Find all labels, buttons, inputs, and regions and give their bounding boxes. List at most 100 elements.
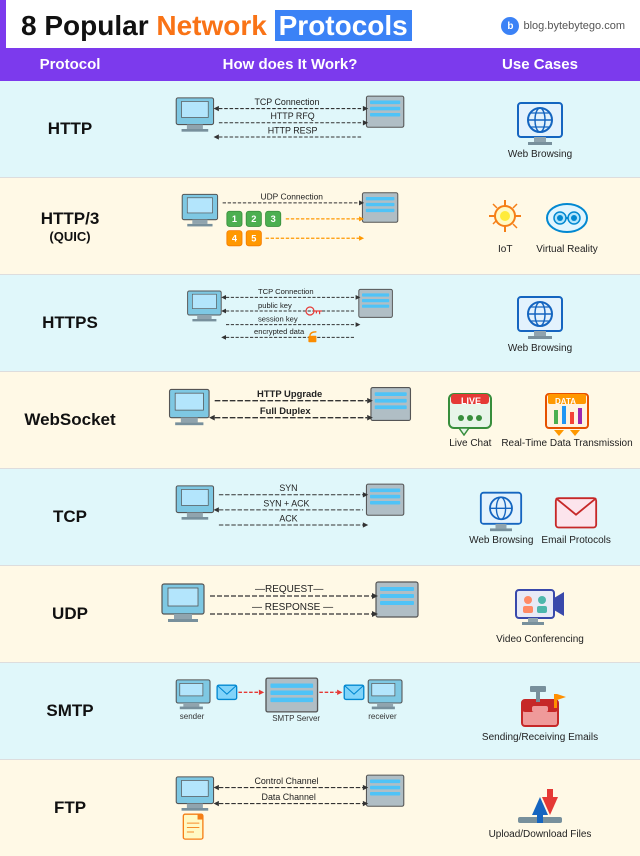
usecase-upload-download: Upload/Download Files: [489, 777, 592, 840]
diagram-tcp: SYN SYN + ACK ACK: [140, 469, 440, 565]
svg-text:DATA: DATA: [555, 397, 576, 406]
usecases-https: Web Browsing: [440, 275, 640, 371]
table-header: Protocol How does It Work? Use Cases: [0, 48, 640, 81]
title-prefix: 8 Popular: [21, 10, 156, 41]
files-icon: [514, 777, 566, 827]
diagram-ftp-svg: Control Channel Data Channel: [144, 768, 436, 848]
usecase-web-browsing-https: Web Browsing: [508, 293, 572, 354]
diagram-tcp-svg: SYN SYN + ACK ACK: [144, 477, 436, 557]
usecases-http3: IoT Virtual Reality: [440, 178, 640, 274]
label-http: HTTP: [0, 81, 140, 177]
diagram-websocket-svg: HTTP Upgrade Full Duplex: [144, 380, 436, 460]
usecase-realtime: DATA Real-Time Data Transmission: [501, 392, 632, 449]
diagram-websocket: HTTP Upgrade Full Duplex: [140, 372, 440, 468]
row-smtp: SMTP sender SMTP Server: [0, 663, 640, 760]
diagram-https: TCP Connection public key session key en…: [140, 275, 440, 371]
usecase-video-conf: Video Conferencing: [496, 584, 584, 645]
main-container: 8 Popular Network Protocols b blog.byteb…: [0, 0, 640, 856]
row-tcp: TCP SYN SYN + ACK: [0, 469, 640, 566]
svg-text:— RESPONSE —: — RESPONSE —: [252, 602, 333, 613]
label-https: HTTPS: [0, 275, 140, 371]
video-conf-icon: [514, 584, 566, 632]
label-http3: HTTP/3 (QUIC): [0, 178, 140, 274]
diagram-http: TCP Connection HTTP RFQ HTTP RESP: [140, 81, 440, 177]
row-http: HTTP TCP Connection: [0, 81, 640, 178]
title-protocols: Protocols: [275, 10, 412, 41]
svg-text:encrypted data: encrypted data: [254, 327, 305, 336]
usecase-email-protocols: Email Protocols: [541, 489, 610, 546]
usecase-livechat: LIVE Live Chat: [447, 392, 493, 449]
svg-text:HTTP RFQ: HTTP RFQ: [270, 111, 314, 121]
svg-text:receiver: receiver: [368, 712, 397, 721]
globe-icon: [516, 99, 564, 147]
mailbox-icon: [514, 680, 566, 730]
diagram-udp-svg: —REQUEST— — RESPONSE —: [144, 574, 436, 654]
diagram-smtp-svg: sender SMTP Server: [144, 671, 436, 751]
email-icon: [554, 489, 598, 533]
usecases-smtp: Sending/Receiving Emails: [440, 663, 640, 759]
svg-text:5: 5: [251, 234, 256, 244]
svg-text:TCP Connection: TCP Connection: [254, 97, 319, 107]
svg-text:—REQUEST—: —REQUEST—: [255, 584, 323, 595]
row-udp: UDP —REQUEST— — RESPONS: [0, 566, 640, 663]
realtime-icon: DATA: [544, 392, 590, 436]
svg-text:HTTP Upgrade: HTTP Upgrade: [257, 388, 322, 399]
svg-text:ACK: ACK: [279, 513, 297, 523]
svg-text:3: 3: [271, 214, 276, 224]
svg-text:TCP Connection: TCP Connection: [258, 287, 314, 296]
diagram-udp: —REQUEST— — RESPONSE —: [140, 566, 440, 662]
usecase-vr: Virtual Reality: [536, 198, 598, 255]
diagram-http3: UDP Connection 1 2 3 4 5: [140, 178, 440, 274]
usecase-row-iot-vr: IoT Virtual Reality: [482, 198, 598, 255]
svg-text:public key: public key: [258, 301, 292, 310]
usecases-udp: Video Conferencing: [440, 566, 640, 662]
diagram-http3-svg: UDP Connection 1 2 3 4 5: [144, 186, 436, 266]
col-usecases: Use Cases: [440, 48, 640, 81]
usecases-websocket: LIVE Live Chat DATA: [440, 372, 640, 468]
svg-text:sender: sender: [180, 712, 205, 721]
label-smtp: SMTP: [0, 663, 140, 759]
label-ftp: FTP: [0, 760, 140, 856]
label-tcp: TCP: [0, 469, 140, 565]
svg-text:Full Duplex: Full Duplex: [260, 405, 311, 416]
svg-text:LIVE: LIVE: [461, 396, 481, 406]
usecase-web-browsing-tcp: Web Browsing: [469, 489, 533, 546]
usecase-web-browsing: Web Browsing: [508, 99, 572, 160]
label-websocket: WebSocket: [0, 372, 140, 468]
col-how: How does It Work?: [140, 48, 440, 81]
brand: b blog.bytebytego.com: [501, 17, 625, 35]
diagram-https-svg: TCP Connection public key session key en…: [144, 283, 436, 363]
svg-text:Control Channel: Control Channel: [254, 776, 318, 786]
diagram-http-svg: TCP Connection HTTP RFQ HTTP RESP: [144, 89, 436, 169]
row-http3: HTTP/3 (QUIC) UDP Connection: [0, 178, 640, 275]
svg-text:SMTP Server: SMTP Server: [272, 714, 320, 723]
row-ftp: FTP: [0, 760, 640, 856]
globe-icon-tcp: [479, 489, 523, 533]
svg-text:1: 1: [232, 214, 237, 224]
main-title: 8 Popular Network Protocols: [21, 10, 412, 42]
title-network: Network: [156, 10, 266, 41]
usecases-tcp: Web Browsing Email Protocols: [440, 469, 640, 565]
usecase-row-chat-rt: LIVE Live Chat DATA: [447, 392, 632, 449]
globe-icon-https: [516, 293, 564, 341]
svg-text:2: 2: [251, 214, 256, 224]
brand-icon: b: [501, 17, 519, 35]
diagram-ftp: Control Channel Data Channel: [140, 760, 440, 856]
vr-icon: [544, 198, 590, 242]
svg-text:HTTP RESP: HTTP RESP: [268, 125, 318, 135]
col-protocol: Protocol: [0, 48, 140, 81]
svg-text:SYN + ACK: SYN + ACK: [263, 498, 309, 508]
usecase-iot: IoT: [482, 198, 528, 255]
svg-text:SYN: SYN: [279, 483, 297, 493]
label-udp: UDP: [0, 566, 140, 662]
chat-icon: LIVE: [447, 392, 493, 436]
svg-text:UDP Connection: UDP Connection: [261, 191, 324, 201]
usecases-http: Web Browsing: [440, 81, 640, 177]
iot-icon: [482, 198, 528, 242]
svg-text:4: 4: [232, 234, 238, 244]
brand-text: blog.bytebytego.com: [523, 20, 625, 32]
svg-text:Data Channel: Data Channel: [262, 792, 316, 802]
svg-text:session key: session key: [258, 314, 298, 323]
usecases-ftp: Upload/Download Files: [440, 760, 640, 856]
row-websocket: WebSocket HTTP Upgrade: [0, 372, 640, 469]
